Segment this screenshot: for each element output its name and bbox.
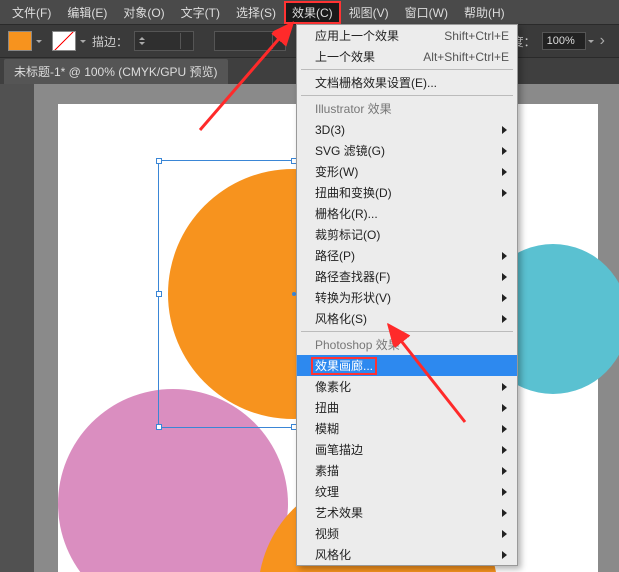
annotation-arrow-2 [385, 322, 475, 432]
menu-brush[interactable]: 画笔描边 [297, 439, 517, 460]
menu-separator [301, 69, 513, 70]
menu-artistic[interactable]: 艺术效果 [297, 502, 517, 523]
stroke-weight-select[interactable] [134, 31, 194, 51]
resize-handle[interactable] [156, 424, 162, 430]
menu-rasterize[interactable]: 栅格化(R)... [297, 203, 517, 224]
menu-path[interactable]: 路径(P) [297, 245, 517, 266]
resize-handle[interactable] [156, 158, 162, 164]
annotation-arrow-1 [190, 20, 310, 140]
submenu-arrow-icon [502, 126, 507, 134]
menu-video[interactable]: 视频 [297, 523, 517, 544]
menu-sketch[interactable]: 素描 [297, 460, 517, 481]
menu-doc-raster-settings[interactable]: 文档栅格效果设置(E)... [297, 72, 517, 93]
menu-warp[interactable]: 变形(W) [297, 161, 517, 182]
menu-help[interactable]: 帮助(H) [456, 1, 513, 24]
menu-cropmarks[interactable]: 裁剪标记(O) [297, 224, 517, 245]
menu-svg-filter[interactable]: SVG 滤镜(G) [297, 140, 517, 161]
resize-handle[interactable] [156, 291, 162, 297]
menu-texture[interactable]: 纹理 [297, 481, 517, 502]
stroke-swatch[interactable] [52, 31, 86, 51]
menu-view[interactable]: 视图(V) [341, 1, 397, 24]
menu-object[interactable]: 对象(O) [115, 1, 172, 24]
fill-swatch[interactable] [8, 31, 42, 51]
menu-pathfinder[interactable]: 路径查找器(F) [297, 266, 517, 287]
effect-menu-dropdown: 应用上一个效果Shift+Ctrl+E 上一个效果Alt+Shift+Ctrl+… [296, 24, 518, 566]
menu-apply-last-effect[interactable]: 应用上一个效果Shift+Ctrl+E [297, 25, 517, 46]
menu-file[interactable]: 文件(F) [4, 1, 59, 24]
menu-3d[interactable]: 3D(3) [297, 119, 517, 140]
menu-convert-shape[interactable]: 转换为形状(V) [297, 287, 517, 308]
menu-header-ai: Illustrator 效果 [297, 98, 517, 119]
opacity-input[interactable]: 100% [542, 32, 586, 50]
menu-window[interactable]: 窗口(W) [397, 1, 456, 24]
menu-distort[interactable]: 扭曲和变换(D) [297, 182, 517, 203]
stroke-label: 描边： [92, 33, 128, 50]
menu-stylize-ps[interactable]: 风格化 [297, 544, 517, 565]
menu-edit[interactable]: 编辑(E) [59, 1, 115, 24]
menu-last-effect[interactable]: 上一个效果Alt+Shift+Ctrl+E [297, 46, 517, 67]
